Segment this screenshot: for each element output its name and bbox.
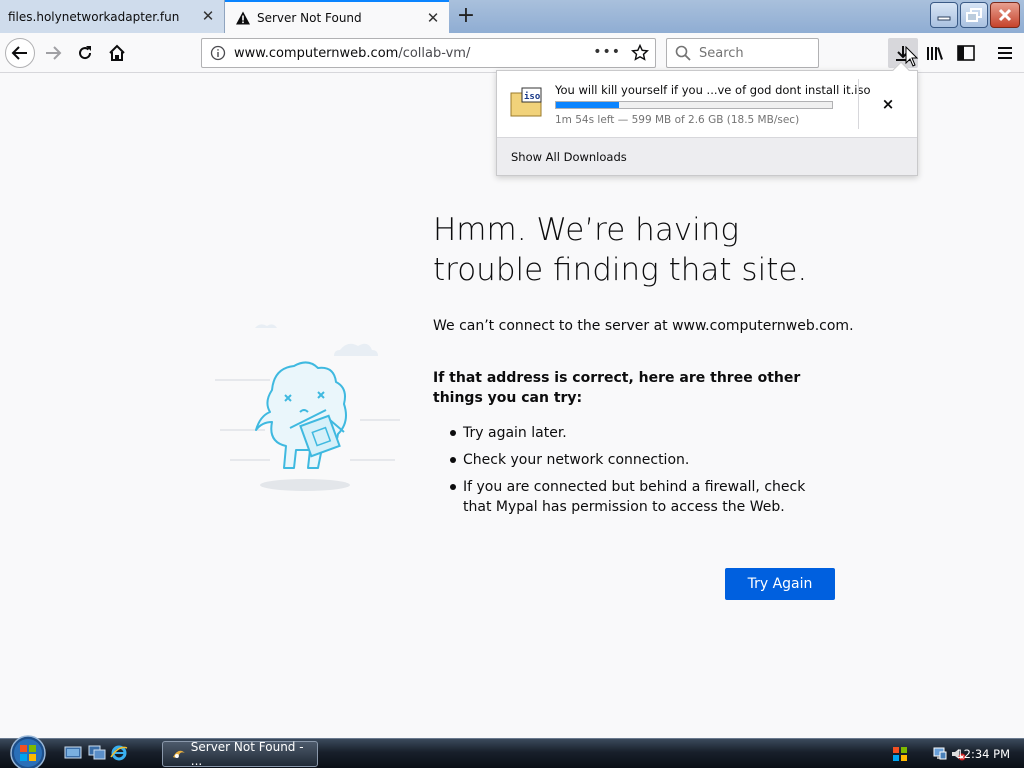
reload-icon [79,46,92,60]
taskbar: Server Not Found - ... 12:34 PM [0,735,1024,768]
error-title: Hmm. We’re having trouble finding that s… [433,212,808,288]
network-icon [933,747,947,760]
internet-explorer-icon[interactable] [110,745,128,761]
minimize-button[interactable] [930,2,958,28]
close-window-button[interactable] [990,2,1020,28]
download-progress-bar [555,101,833,109]
taskbar-window-title: Server Not Found - ... [190,740,304,768]
list-item: Check your network connection. [433,450,833,470]
address-bar[interactable]: www.computernweb.com/collab-vm/ ••• [201,38,656,68]
page-actions-button[interactable]: ••• [593,44,621,60]
try-again-button[interactable]: Try Again [725,568,835,600]
home-button[interactable] [102,38,132,68]
sidebar-button[interactable] [951,38,981,68]
download-file-name: You will kill yourself if you ...ve of g… [555,83,871,97]
close-tab-icon[interactable]: ✕ [200,8,216,24]
navigation-toolbar: www.computernweb.com/collab-vm/ ••• Sear… [0,33,1024,73]
iso-file-icon: iso [510,87,542,117]
warning-icon [235,10,251,26]
download-progress-fill [556,102,620,108]
hamburger-icon [998,47,1012,59]
sidebar-icon [957,45,975,61]
list-item: If you are connected but behind a firewa… [433,477,833,517]
tab-server-not-found[interactable]: Server Not Found ✕ [225,0,449,33]
forward-button[interactable] [38,38,68,68]
cancel-download-button[interactable]: × [877,93,899,115]
forward-arrow-icon [46,46,62,60]
back-button[interactable] [5,38,35,68]
menu-button[interactable] [990,38,1020,68]
tab-title: Server Not Found [257,10,362,25]
search-input[interactable]: Search [666,38,819,68]
library-button[interactable] [920,38,950,68]
download-status: 1m 54s left — 599 MB of 2.6 GB (18.5 MB/… [555,114,800,126]
home-icon [109,44,125,61]
download-item[interactable]: iso You will kill yourself if you ...ve … [497,71,917,138]
show-desktop-icon[interactable] [64,745,82,761]
switch-windows-icon[interactable] [88,745,106,761]
clock[interactable]: 12:34 PM [956,747,1010,761]
show-all-downloads-label: Show All Downloads [511,149,627,164]
sad-cloud-illustration [215,324,400,491]
library-icon [927,47,943,60]
tab-title: files.holynetworkadapter.fun [8,9,180,24]
windows-flag-icon [893,747,907,761]
tips-heading: If that address is correct, here are thr… [433,370,801,406]
tab-strip: files.holynetworkadapter.fun ✕ Server No… [0,0,1024,33]
search-placeholder: Search [699,45,744,61]
window-controls [930,2,1020,28]
back-arrow-icon [11,46,27,60]
error-message: We can’t connect to the server at www.co… [433,318,854,334]
reload-button[interactable] [70,38,100,68]
taskbar-window-button[interactable]: Server Not Found - ... [162,740,318,768]
start-button[interactable] [6,733,50,768]
mypal-icon [172,750,185,758]
mouse-cursor-icon [905,46,919,67]
url-text: www.computernweb.com/collab-vm/ [234,45,471,61]
new-tab-button[interactable]: + [454,5,478,29]
site-info-icon[interactable] [208,45,228,61]
list-item: Try again later. [433,423,833,443]
svg-text:iso: iso [524,91,540,102]
downloads-panel: iso You will kill yourself if you ...ve … [496,61,918,176]
close-tab-icon[interactable]: ✕ [425,10,441,26]
show-all-downloads-button[interactable]: Show All Downloads [497,137,917,175]
tips-list: Try again later. Check your network conn… [433,423,833,524]
search-icon [675,45,691,61]
tab-files-holynetworkadapter[interactable]: files.holynetworkadapter.fun ✕ [0,0,225,33]
divider [858,79,859,129]
screen: { "browser": { "tabs": [ {"title": "file… [0,0,1024,768]
bookmark-star-icon[interactable] [630,43,650,66]
restore-button[interactable] [960,2,988,28]
